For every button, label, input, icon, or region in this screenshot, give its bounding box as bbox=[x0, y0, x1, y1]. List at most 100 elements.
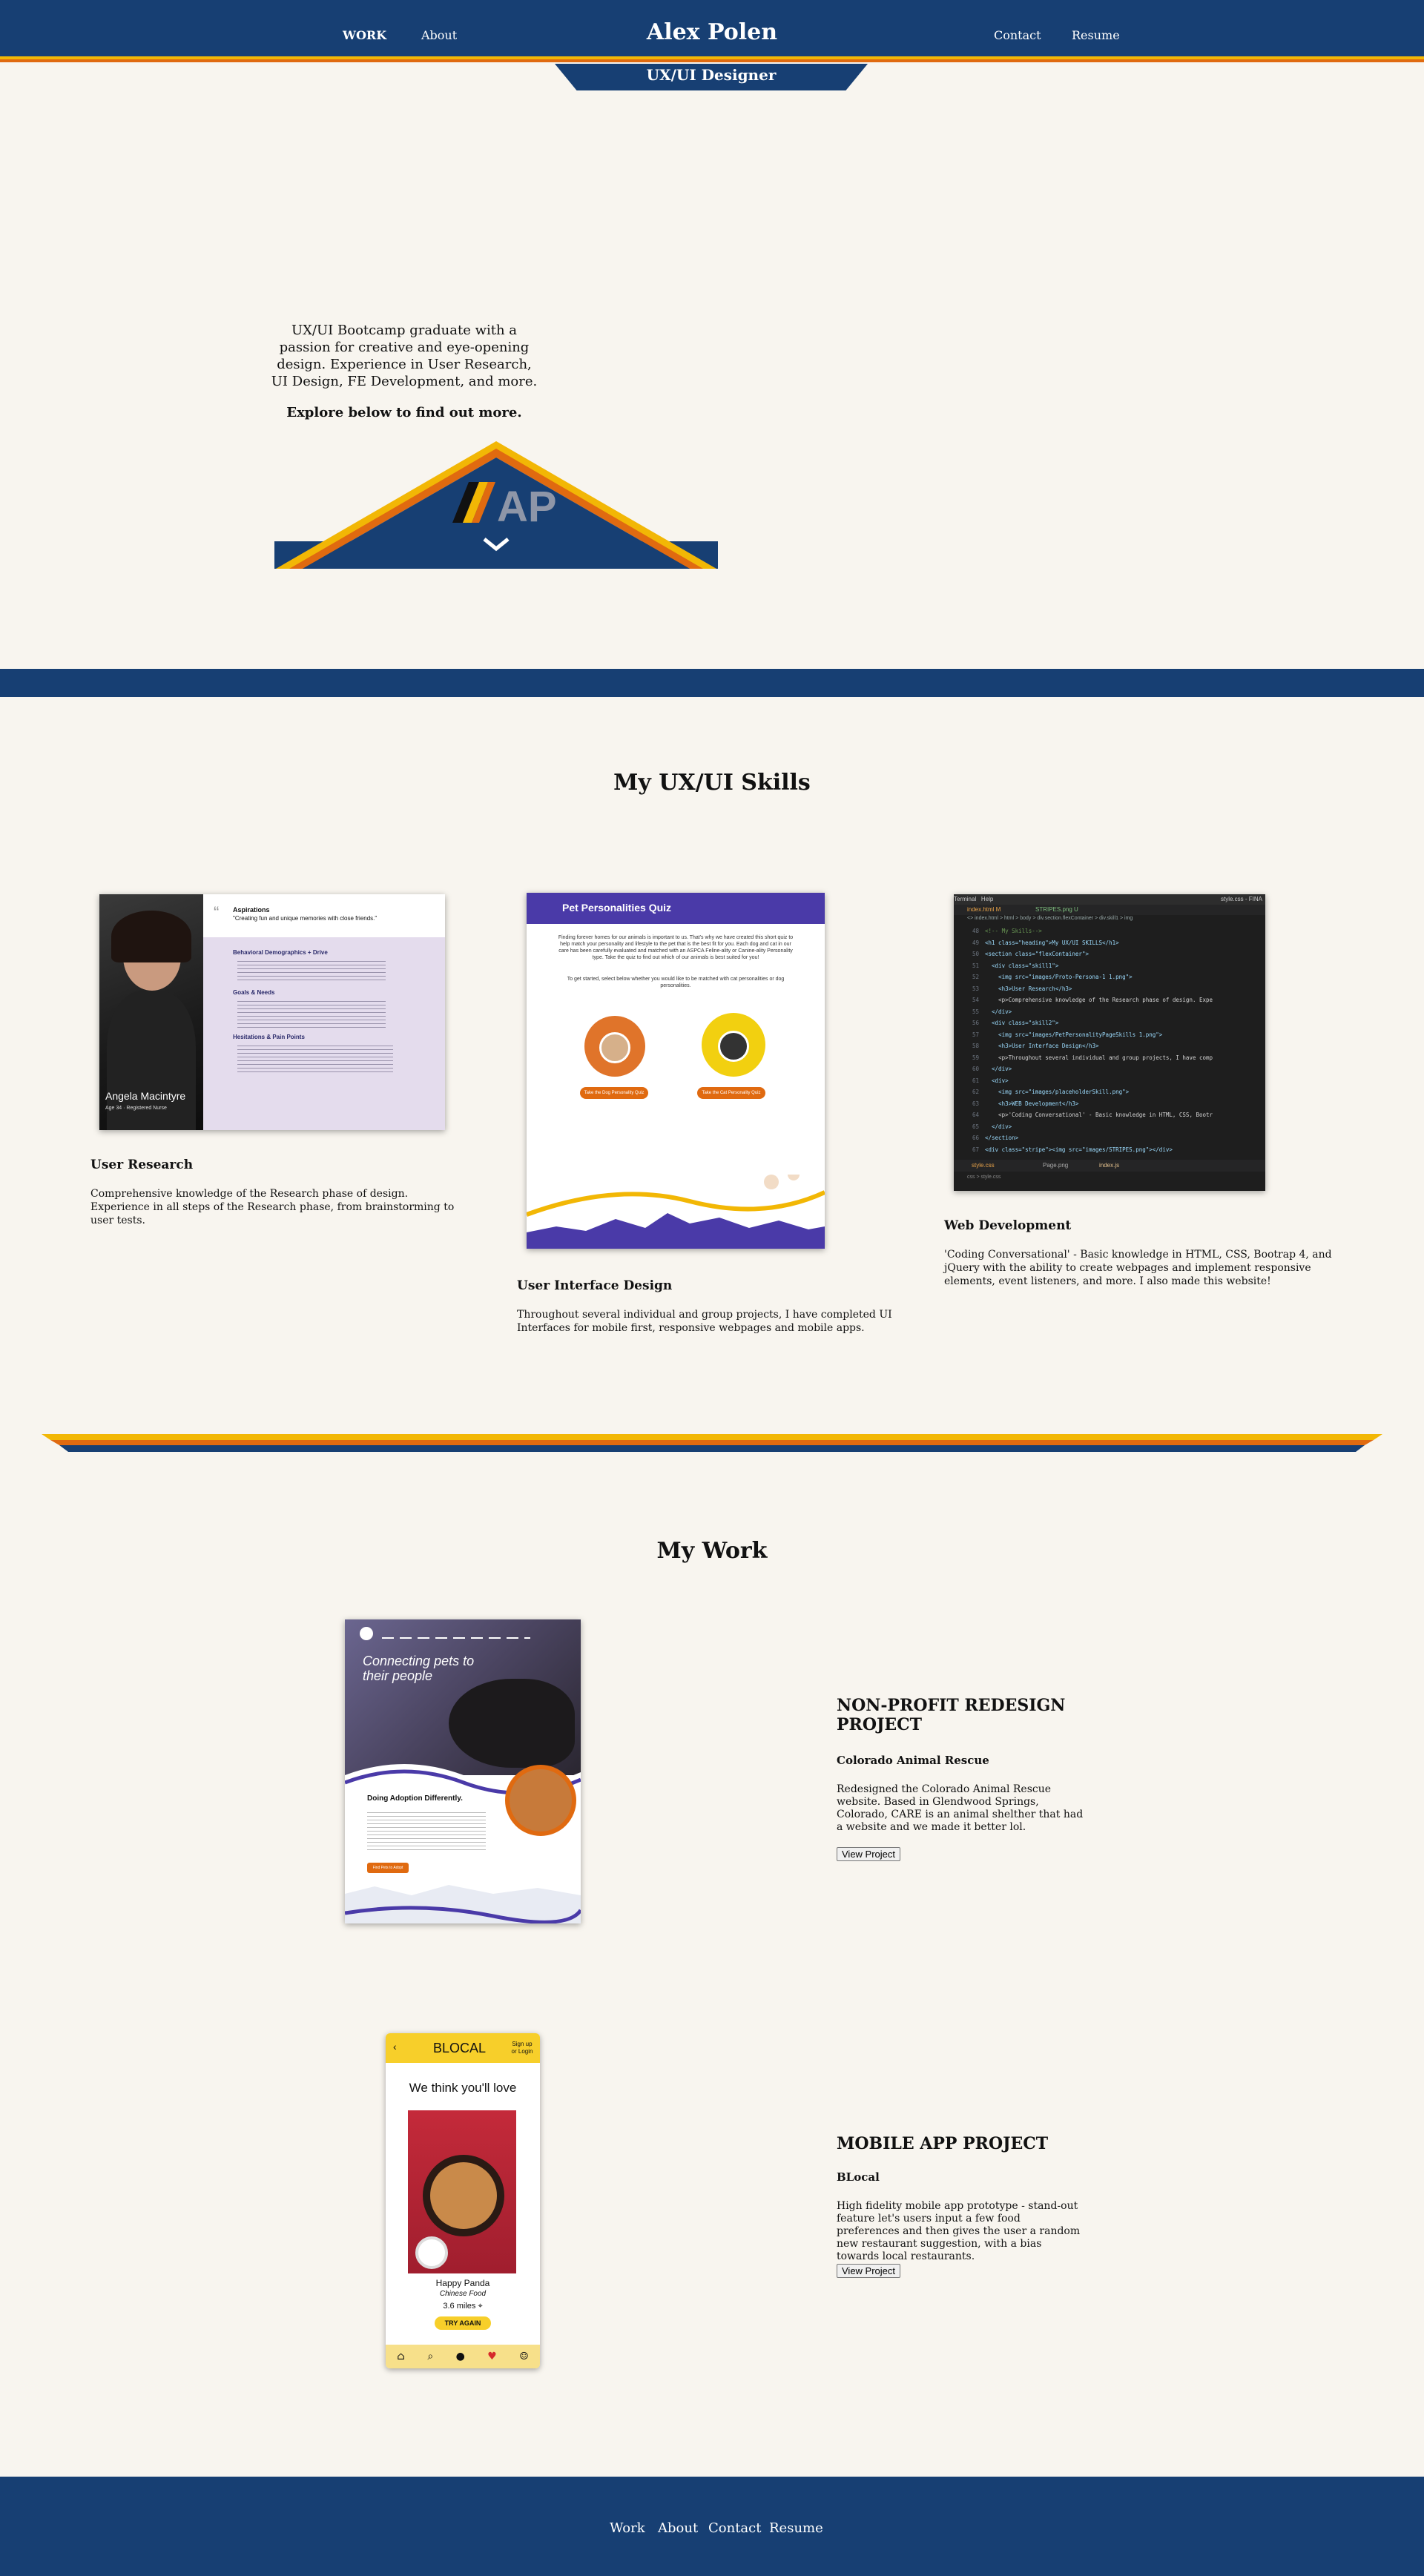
code-footer-style: style.css bbox=[980, 1175, 1001, 1180]
code-window-title: style.css - FINA bbox=[1220, 896, 1262, 902]
skills-title: My UX/UI Skills bbox=[613, 770, 811, 796]
code-lines: 48 <!-- My Skills--> 49 <h1 class="heading"… bbox=[954, 925, 1265, 1155]
code-line: 51 <div class="skill1"> bbox=[954, 960, 1265, 972]
persona-heading: Aspirations bbox=[233, 906, 270, 914]
line-number: 50 bbox=[972, 951, 979, 957]
app-cuisine: Chinese Food bbox=[439, 2290, 487, 2298]
app-try-again-button: TRY AGAIN bbox=[435, 2316, 491, 2330]
mock-find-pets-button: Find Pets to Adopt bbox=[367, 1863, 409, 1873]
footer-about-link[interactable]: About bbox=[658, 2520, 698, 2536]
app-bottom-nav: ⌂ ⌕ ● ♥ ☺ bbox=[386, 2345, 540, 2368]
hero-cta: Explore below to find out more. bbox=[286, 405, 522, 420]
skill-text-web-dev: 'Coding Conversational' - Basic knowledg… bbox=[944, 1249, 1332, 1287]
footer-contact-link[interactable]: Contact bbox=[708, 2520, 761, 2536]
quiz-intro-2: To get started, select below whether you… bbox=[567, 977, 785, 988]
app-restaurant-name: Happy Panda bbox=[435, 2278, 490, 2288]
line-number: 49 bbox=[972, 939, 979, 946]
line-number: 60 bbox=[972, 1066, 979, 1072]
code-line: 59 <p>Throughout several individual and … bbox=[954, 1052, 1265, 1064]
roof-graphic: AP bbox=[274, 441, 718, 569]
view-project-nonprofit-button[interactable]: View Project bbox=[837, 1847, 901, 1861]
bee-icon: ● bbox=[455, 2351, 465, 2362]
persona-quote: "Creating fun and unique memories with c… bbox=[233, 915, 378, 922]
top-navbar: WORK About Alex Polen Contact Resume bbox=[0, 0, 1424, 56]
work-title: My Work bbox=[656, 1538, 768, 1564]
code-breadcrumb: <> index.html > html > body > div.sectio… bbox=[967, 916, 1133, 921]
line-text: <p>'Coding Conversational' - Basic knowl… bbox=[985, 1112, 1213, 1118]
footer-resume-link[interactable]: Resume bbox=[769, 2520, 823, 2536]
quiz-cat-button[interactable]: Take the Cat Personality Quiz bbox=[697, 1087, 765, 1099]
map-pin-icon: ⌖ bbox=[478, 2302, 483, 2311]
mock-dog-photo bbox=[505, 1765, 576, 1836]
mock-heading: Doing Adoption Differently. bbox=[367, 1794, 463, 1803]
view-project-mobile-button[interactable]: View Project bbox=[837, 2264, 901, 2278]
code-line: 48 <!-- My Skills--> bbox=[954, 925, 1265, 937]
code-bottom-tab-style: style.css bbox=[972, 1162, 995, 1169]
line-text: <div class="skill1"> bbox=[985, 962, 1059, 969]
hero-intro: UX/UI Bootcamp graduate with a passion f… bbox=[271, 323, 538, 389]
quiz-mountains bbox=[527, 1175, 825, 1249]
nav-resume-link[interactable]: Resume bbox=[1072, 28, 1120, 42]
line-text: <img src="images/placeholderSkill.png"> bbox=[985, 1089, 1130, 1095]
skill-title-user-research: User Research bbox=[90, 1157, 194, 1172]
user-research-image: Angela Macintyre Age 34 · Registered Nur… bbox=[99, 894, 445, 1130]
line-number: 56 bbox=[972, 1020, 979, 1026]
code-line: 63 <h3>WEB Development</h3> bbox=[954, 1098, 1265, 1110]
back-chevron-icon: ‹ bbox=[393, 2041, 397, 2052]
footer-work-link[interactable]: Work bbox=[610, 2520, 645, 2536]
persona-section-1: Behavioral Demographics + Drive bbox=[233, 949, 328, 956]
search-icon: ⌕ bbox=[427, 2351, 434, 2362]
line-text: </div> bbox=[985, 1008, 1012, 1015]
project-text-mobile: High fidelity mobile app prototype - sta… bbox=[837, 2200, 1081, 2262]
site-brand[interactable]: Alex Polen bbox=[0, 19, 1424, 45]
line-text: </div> bbox=[985, 1066, 1012, 1072]
line-text: <img src="images/Proto-Persona-1 1.png"> bbox=[985, 974, 1133, 980]
skill-text-ui-design: Throughout several individual and group … bbox=[517, 1309, 892, 1334]
code-line: 56 <div class="skill2"> bbox=[954, 1017, 1265, 1029]
mock-hero-text: Connecting pets to their people bbox=[363, 1654, 475, 1683]
line-number: 53 bbox=[972, 985, 979, 992]
persona-section-3: Hesitations & Pain Points bbox=[233, 1034, 305, 1040]
project-title-mobile: MOBILE APP PROJECT bbox=[837, 2134, 1049, 2153]
quiz-dog-button[interactable]: Take the Dog Personality Quiz bbox=[580, 1087, 648, 1099]
line-number: 52 bbox=[972, 974, 979, 980]
project-text-nonprofit: Redesigned the Colorado Animal Rescue we… bbox=[837, 1783, 1084, 1833]
code-line: 50 <section class="flexContainer"> bbox=[954, 948, 1265, 960]
logo-letters: AP bbox=[497, 483, 557, 531]
line-text: <img src="images/PetPersonalityPageSkill… bbox=[985, 1031, 1163, 1038]
line-text: <h3>WEB Development</h3> bbox=[985, 1100, 1079, 1107]
code-tab-stripes: STRIPES.png U bbox=[1035, 906, 1078, 913]
line-number: 67 bbox=[972, 1146, 979, 1153]
code-bottom-tab-index-js: index.js bbox=[1099, 1162, 1120, 1169]
line-number: 66 bbox=[972, 1135, 979, 1141]
subtitle-text: UX/UI Designer bbox=[646, 66, 777, 84]
web-dev-image: Terminal Help style.css - FINA index.htm… bbox=[954, 894, 1265, 1191]
line-number: 62 bbox=[972, 1089, 979, 1095]
line-number: 61 bbox=[972, 1077, 979, 1084]
code-line: 62 <img src="images/placeholderSkill.png… bbox=[954, 1086, 1265, 1098]
line-text: </div> bbox=[985, 1123, 1012, 1130]
mobile-app-mockup-image[interactable]: ‹ BLOCAL Sign up or Login We think you'l… bbox=[386, 2033, 540, 2368]
nonprofit-mockup-image[interactable]: Connecting pets to their people Doing Ad… bbox=[345, 1619, 581, 1923]
nav-contact-link[interactable]: Contact bbox=[994, 28, 1041, 42]
skill-title-web-dev: Web Development bbox=[944, 1218, 1072, 1233]
app-food-photo bbox=[408, 2110, 516, 2273]
footer: Work About Contact Resume bbox=[0, 2477, 1424, 2576]
code-line: 54 <p>Comprehensive knowledge of the Res… bbox=[954, 994, 1265, 1006]
code-line: 60 </div> bbox=[954, 1063, 1265, 1075]
code-line: 66 </section> bbox=[954, 1132, 1265, 1144]
project-client-nonprofit: Colorado Animal Rescue bbox=[837, 1754, 989, 1767]
line-text: <p>Throughout several individual and gro… bbox=[985, 1054, 1213, 1061]
line-text: <h3>User Interface Design</h3> bbox=[985, 1043, 1099, 1049]
code-line: 53 <h3>User Research</h3> bbox=[954, 983, 1265, 995]
section-band bbox=[0, 669, 1424, 697]
roof-logo[interactable]: AP bbox=[274, 441, 718, 569]
profile-icon: ☺ bbox=[519, 2351, 529, 2362]
line-text: </section> bbox=[985, 1135, 1019, 1141]
code-tab-index: index.html M bbox=[967, 906, 1001, 913]
line-text: <div> bbox=[985, 1077, 1009, 1084]
line-number: 54 bbox=[972, 997, 979, 1003]
persona-name: Angela Macintyre bbox=[105, 1090, 186, 1102]
app-brand: BLOCAL bbox=[433, 2041, 487, 2055]
line-number: 63 bbox=[972, 1100, 979, 1107]
